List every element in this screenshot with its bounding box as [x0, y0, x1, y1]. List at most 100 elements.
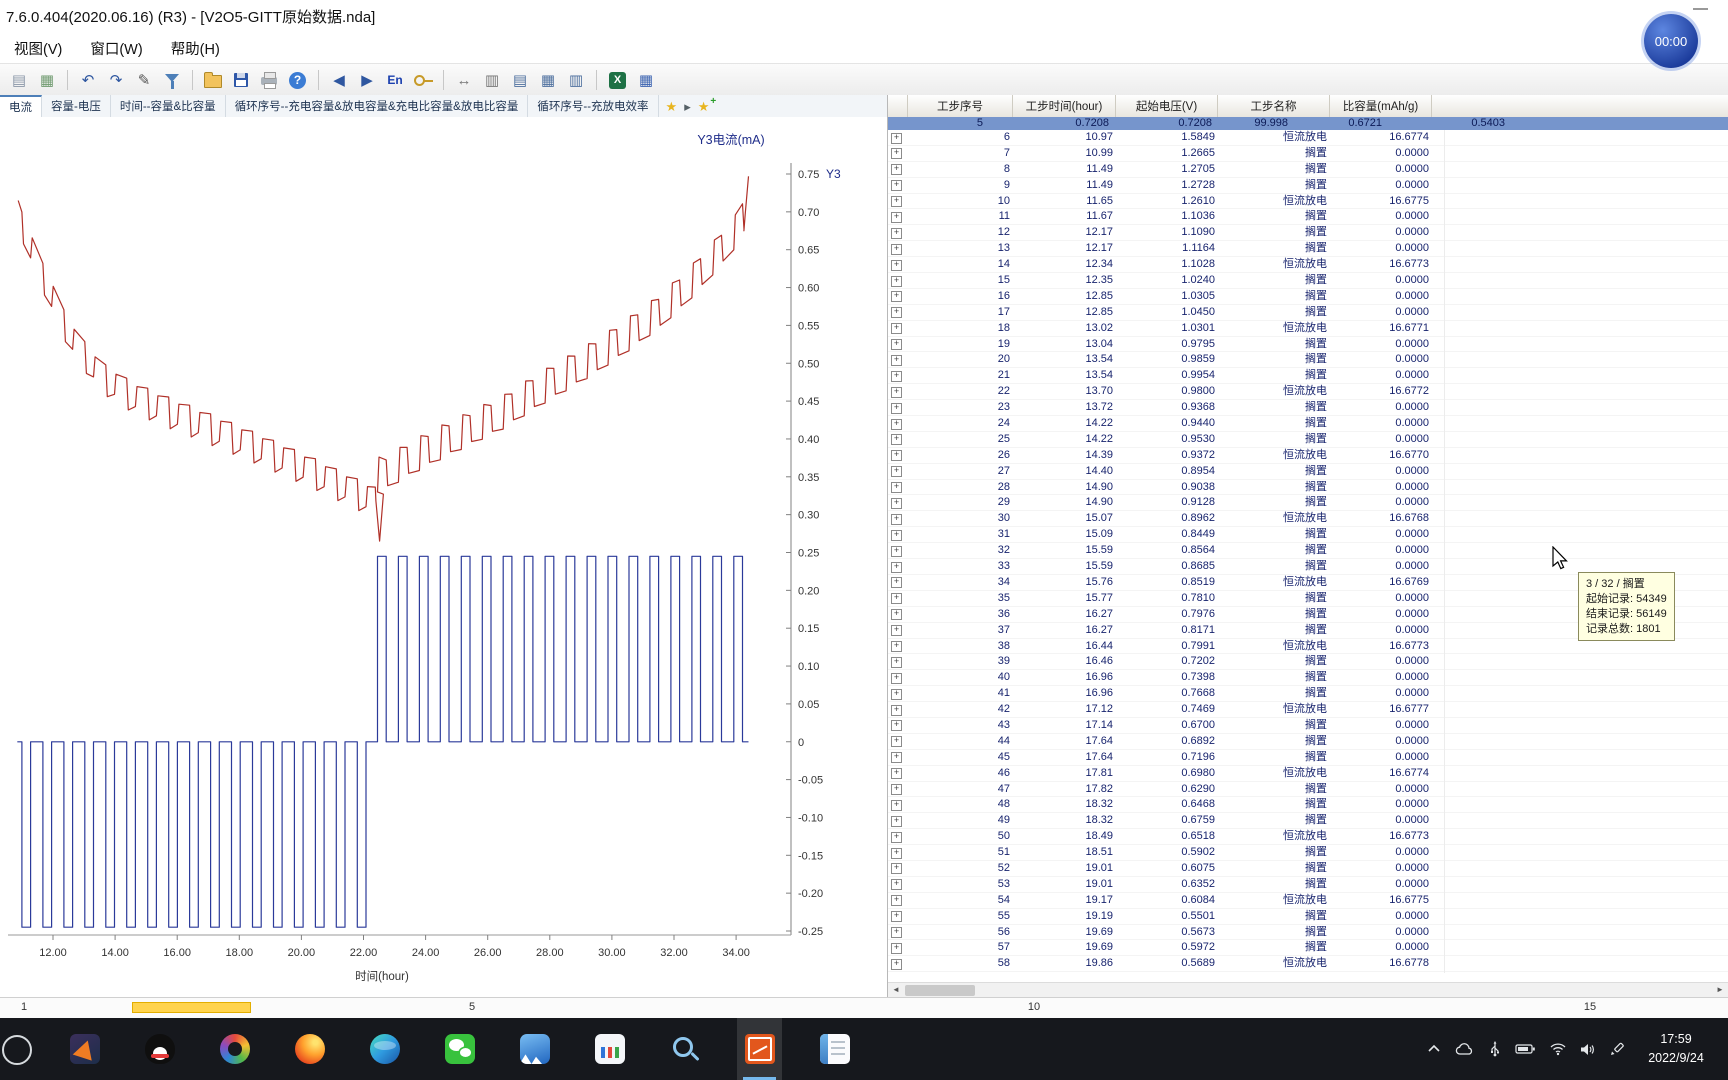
expand-toggle-icon[interactable]: + [891, 847, 902, 859]
edit-pencil-icon[interactable]: ✎ [131, 68, 157, 92]
add-plus-icon[interactable]: + [710, 97, 716, 107]
chart-bars-app-icon[interactable] [587, 1018, 632, 1080]
expand-toggle-icon[interactable]: + [891, 942, 902, 954]
tab-5[interactable]: 循环序号--充放电效率 [528, 95, 659, 117]
table-row[interactable]: +39 16.46 0.7202 搁置 0.0000 [888, 654, 1728, 671]
firefox-icon[interactable] [287, 1018, 332, 1080]
tray-chevron-up-icon[interactable] [1426, 1042, 1442, 1056]
expand-toggle-icon[interactable]: + [891, 577, 902, 589]
table-row[interactable]: +8 11.49 1.2705 搁置 0.0000 [888, 162, 1728, 178]
column-header[interactable]: 比容量(mAh/g) [1330, 95, 1432, 117]
onedrive-cloud-icon[interactable] [1455, 1042, 1475, 1057]
expand-toggle-icon[interactable]: + [891, 656, 902, 668]
expand-toggle-icon[interactable]: + [891, 339, 902, 351]
table-row[interactable]: +57 19.69 0.5972 搁置 0.0000 [888, 940, 1728, 957]
expand-toggle-icon[interactable]: + [891, 815, 902, 827]
table-row[interactable]: +45 17.64 0.7196 搁置 0.0000 [888, 750, 1728, 766]
tab-3[interactable]: 时间--容量&比容量 [111, 95, 226, 117]
table-row[interactable]: +58 19.86 0.5689 恒流放电 16.6778 [888, 956, 1728, 973]
expand-toggle-icon[interactable]: + [891, 482, 902, 494]
table-row[interactable]: +32 15.59 0.8564 搁置 0.0000 [888, 543, 1728, 560]
blue-docs-app-icon[interactable] [512, 1018, 557, 1080]
export-excel-icon[interactable]: X [609, 71, 626, 89]
table-row[interactable]: +55 19.19 0.5501 搁置 0.0000 [888, 909, 1728, 925]
volume-icon[interactable] [1580, 1043, 1596, 1056]
tab-4[interactable]: 循环序号--充电容量&放电容量&充电比容量&放电比容量 [226, 95, 529, 117]
tab-2[interactable]: 容量-电压 [42, 95, 111, 117]
scrollbar-thumb[interactable] [905, 985, 975, 996]
tab-1[interactable]: 电流 [0, 95, 42, 117]
table-row[interactable]: +20 13.54 0.9859 搁置 0.0000 [888, 352, 1728, 369]
matlab-icon[interactable] [62, 1018, 107, 1080]
table-row[interactable]: +25 14.22 0.9530 搁置 0.0000 [888, 432, 1728, 448]
graph-layout-icon[interactable]: ▥ [479, 68, 505, 92]
expand-toggle-icon[interactable]: + [891, 211, 902, 223]
table-row[interactable]: +18 13.02 1.0301 恒流放电 16.6771 [888, 321, 1728, 337]
table-row[interactable]: +51 18.51 0.5902 搁置 0.0000 [888, 845, 1728, 861]
open-folder-icon[interactable] [200, 68, 226, 92]
search-app-icon[interactable] [662, 1018, 707, 1080]
expand-toggle-icon[interactable]: + [891, 672, 902, 684]
battery-icon[interactable] [1515, 1043, 1536, 1055]
expand-toggle-icon[interactable]: + [891, 768, 902, 780]
expand-toggle-icon[interactable]: + [891, 354, 902, 366]
table-row[interactable]: +9 11.49 1.2728 搁置 0.0000 [888, 178, 1728, 194]
report-page-icon[interactable]: ▤ [6, 68, 32, 92]
expand-toggle-icon[interactable]: + [891, 641, 902, 652]
expand-toggle-icon[interactable]: + [891, 831, 902, 843]
table-row[interactable]: +56 19.69 0.5673 搁置 0.0000 [888, 925, 1728, 941]
table-row[interactable]: +28 14.90 0.9038 搁置 0.0000 [888, 480, 1728, 496]
expand-toggle-icon[interactable]: + [891, 450, 902, 462]
expand-toggle-icon[interactable]: + [891, 895, 902, 907]
data-grid-icon[interactable]: ▦ [535, 68, 561, 92]
table-row[interactable]: +21 13.54 0.9954 搁置 0.0000 [888, 368, 1728, 385]
table-row[interactable]: +23 13.72 0.9368 搁置 0.0000 [888, 400, 1728, 417]
expand-toggle-icon[interactable]: + [891, 958, 902, 970]
expand-toggle-icon[interactable]: + [891, 593, 902, 605]
data-list-icon[interactable]: ▤ [507, 68, 533, 92]
expand-toggle-icon[interactable]: + [891, 148, 902, 160]
expand-toggle-icon[interactable]: + [891, 196, 902, 208]
expand-toggle-icon[interactable]: + [891, 911, 902, 923]
expand-toggle-icon[interactable]: + [891, 132, 902, 144]
expand-toggle-icon[interactable]: + [891, 688, 902, 700]
table-row[interactable]: +29 14.90 0.9128 搁置 0.0000 [888, 495, 1728, 512]
device-grid-icon[interactable]: ▦ [633, 68, 659, 92]
expand-toggle-icon[interactable]: + [891, 513, 902, 525]
table-row[interactable]: +27 14.40 0.8954 搁置 0.0000 [888, 464, 1728, 480]
expand-toggle-icon[interactable]: + [891, 227, 902, 239]
table-row[interactable]: +26 14.39 0.9372 恒流放电 16.6770 [888, 448, 1728, 464]
expand-toggle-icon[interactable]: + [891, 752, 902, 764]
recording-timer-badge[interactable]: 00:00 [1644, 14, 1698, 68]
favorite-star-icon[interactable]: ★ [666, 100, 678, 113]
wifi-icon[interactable] [1549, 1042, 1567, 1056]
expand-toggle-icon[interactable]: + [891, 927, 902, 939]
expand-toggle-icon[interactable]: + [891, 370, 902, 382]
expand-toggle-icon[interactable]: + [891, 799, 902, 811]
expand-toggle-icon[interactable]: + [891, 879, 902, 891]
menu-item[interactable]: 帮助(H) [171, 38, 220, 59]
table-row[interactable]: +49 18.32 0.6759 搁置 0.0000 [888, 813, 1728, 830]
expand-toggle-icon[interactable]: + [891, 275, 902, 287]
expand-toggle-icon[interactable]: + [891, 402, 902, 414]
expand-toggle-icon[interactable]: + [891, 259, 902, 271]
table-row[interactable]: +54 19.17 0.6084 恒流放电 16.6775 [888, 893, 1728, 909]
table-row[interactable]: +42 17.12 0.7469 恒流放电 16.6777 [888, 702, 1728, 718]
taskbar-search-circle-icon[interactable] [2, 1035, 32, 1065]
origin-icon[interactable] [737, 1018, 782, 1080]
add-favorite-star-icon[interactable]: ★ [698, 100, 710, 113]
table-row[interactable]: +22 13.70 0.9800 恒流放电 16.6772 [888, 384, 1728, 401]
table-row[interactable]: +46 17.81 0.6980 恒流放电 16.6774 [888, 766, 1728, 782]
expand-toggle-icon[interactable]: + [891, 625, 902, 637]
filter-funnel-icon[interactable] [159, 68, 185, 92]
table-row[interactable]: +43 17.14 0.6700 搁置 0.0000 [888, 718, 1728, 734]
undo-icon[interactable]: ↶ [75, 68, 101, 92]
table-row[interactable]: +50 18.49 0.6518 恒流放电 16.6773 [888, 829, 1728, 846]
taskbar-clock[interactable]: 17:59 2022/9/24 [1628, 1030, 1724, 1068]
usb-icon[interactable] [1488, 1041, 1502, 1057]
table-row[interactable]: +6 10.97 1.5849 恒流放电 16.6774 [888, 130, 1728, 146]
scroll-tabs-icon[interactable]: ▸ [684, 100, 691, 113]
table-row[interactable]: +13 12.17 1.1164 搁置 0.0000 [888, 241, 1728, 258]
expand-toggle-icon[interactable]: + [891, 243, 902, 255]
table-row[interactable]: +48 18.32 0.6468 搁置 0.0000 [888, 797, 1728, 814]
